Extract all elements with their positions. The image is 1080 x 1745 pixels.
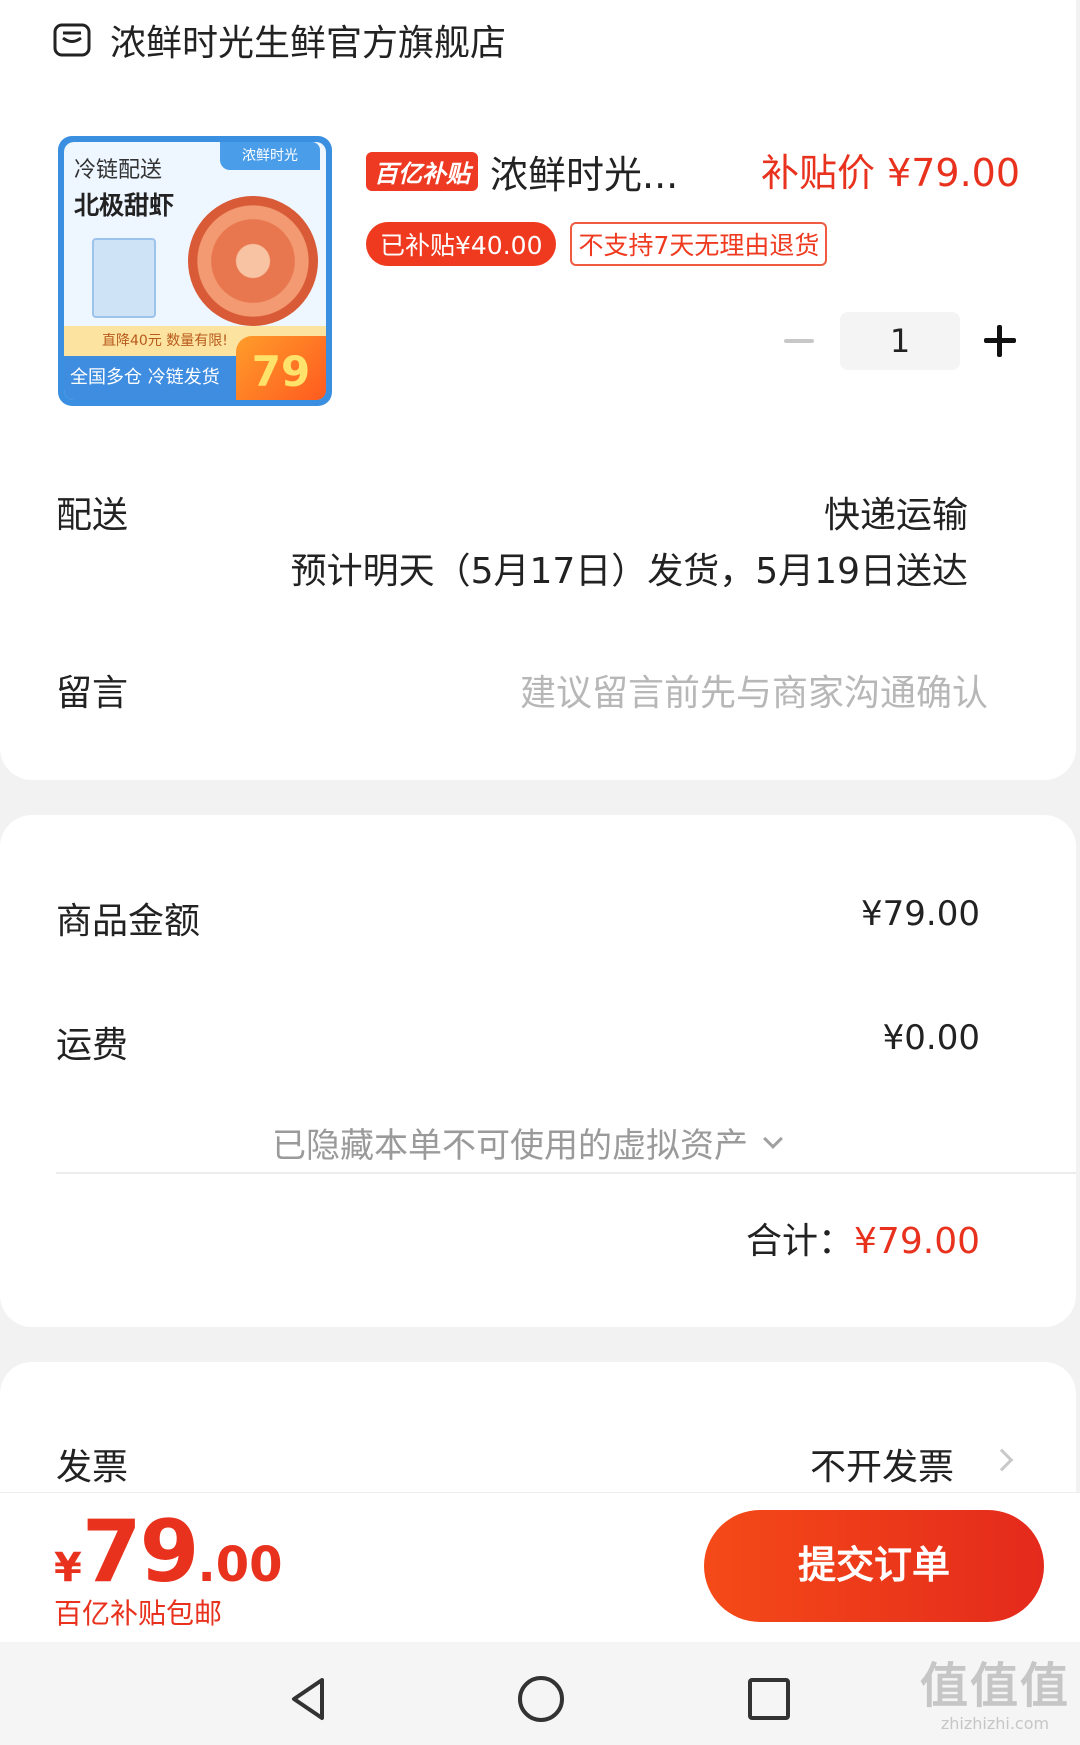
divider (56, 1172, 1076, 1174)
delivery-eta: 预计明天（5月17日）发货，5月19日送达 (290, 551, 968, 592)
goods-amount-value: ¥79.00 (861, 894, 980, 934)
payable-price: ¥ 79 .00 (54, 1502, 283, 1602)
product-title-row: 百亿补贴 浓鲜时光... (366, 144, 678, 199)
plus-icon[interactable] (980, 321, 1020, 361)
home-icon[interactable] (518, 1676, 564, 1722)
price-decimal: .00 (197, 1537, 283, 1593)
shrimp-image (188, 196, 318, 326)
thumb-top-text: 冷链配送 (74, 158, 163, 183)
shipping-label: 运费 (56, 1025, 129, 1066)
quantity-input[interactable]: 1 (840, 312, 960, 370)
subsidy-badge: 百亿补贴 (366, 152, 478, 191)
subsidized-tag: 已补贴¥40.00 (366, 222, 557, 266)
chevron-down-icon (763, 1128, 783, 1149)
store-name: 浓鲜时光生鲜官方旗舰店 (110, 23, 507, 64)
hidden-assets-toggle[interactable]: 已隐藏本单不可使用的虚拟资产 (272, 1118, 783, 1167)
product-tags: 已补贴¥40.00 不支持7天无理由退货 (366, 222, 828, 266)
shipping-note: 百亿补贴包邮 (54, 1597, 223, 1630)
invoice-label: 发票 (56, 1447, 129, 1488)
submit-order-button[interactable]: 提交订单 (704, 1510, 1044, 1622)
no-return-tag: 不支持7天无理由退货 (570, 222, 828, 266)
watermark-sub: zhizhizhi.com (940, 1714, 1050, 1733)
store-header[interactable]: 浓鲜时光生鲜官方旗舰店 (52, 14, 506, 66)
delivery-method: 快递运输 (823, 495, 968, 536)
minus-icon[interactable] (780, 321, 820, 361)
message-input[interactable]: 建议留言前先与商家沟通确认 (520, 664, 988, 716)
thumb-logo: 浓鲜时光 (220, 142, 320, 170)
product-box-image (92, 238, 156, 318)
back-icon[interactable] (288, 1676, 328, 1722)
delivery-label: 配送 (56, 495, 129, 536)
shipping-value: ¥0.00 (882, 1018, 980, 1058)
watermark: 值值值 zhizhizhi.com (920, 1658, 1070, 1734)
watermark-main: 值值值 (919, 1658, 1070, 1714)
thumb-name-text: 北极甜虾 (74, 191, 175, 220)
store-icon (53, 23, 91, 57)
total-row: 合计：¥79.00 (746, 1212, 980, 1264)
message-label: 留言 (56, 673, 129, 714)
goods-amount-label: 商品金额 (56, 901, 201, 942)
hidden-assets-text: 已隐藏本单不可使用的虚拟资产 (272, 1126, 748, 1166)
price-integer: 79 (81, 1502, 200, 1602)
total-value: ¥79.00 (854, 1221, 980, 1262)
invoice-value[interactable]: 不开发票 (810, 1438, 954, 1490)
price-currency: ¥ (54, 1545, 82, 1591)
quantity-stepper: 1 (780, 312, 1020, 370)
total-label: 合计： (746, 1221, 855, 1262)
product-thumbnail[interactable]: 冷链配送 北极甜虾 浓鲜时光 直降40元 数量有限! 全国多仓 冷链发货 79 (58, 136, 332, 406)
thumb-price: 79 (236, 336, 326, 400)
recent-apps-icon[interactable] (748, 1678, 790, 1720)
subsidy-price: 补贴价 ¥79.00 (760, 151, 1020, 195)
product-title[interactable]: 浓鲜时光... (490, 144, 678, 199)
